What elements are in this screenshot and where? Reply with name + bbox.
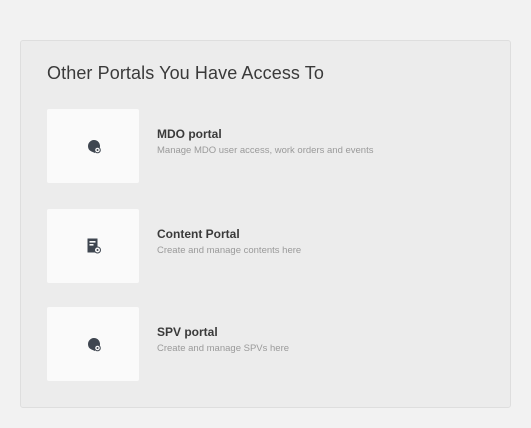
portal-icon-box [47,209,139,283]
portal-icon-box [47,109,139,183]
portal-name: SPV portal [157,325,218,339]
portal-icon [87,338,101,352]
other-portals-card: Other Portals You Have Access To MDO por… [20,40,511,408]
portal-icon [87,140,101,154]
portal-name: Content Portal [157,227,240,241]
portal-item-content[interactable]: Content Portal Create and manage content… [47,209,497,283]
portal-description: Create and manage SPVs here [157,343,290,354]
portal-name: MDO portal [157,127,222,141]
portal-item-mdo[interactable]: MDO portal Manage MDO user access, work … [47,109,497,183]
portal-icon-box [47,307,139,381]
page: Other Portals You Have Access To MDO por… [0,0,531,428]
content-icon [87,238,101,254]
portal-description: Manage MDO user access, work orders and … [157,145,374,156]
portal-item-spv[interactable]: SPV portal Create and manage SPVs here [47,307,497,381]
portal-description: Create and manage contents here [157,245,302,256]
section-title: Other Portals You Have Access To [47,63,325,83]
